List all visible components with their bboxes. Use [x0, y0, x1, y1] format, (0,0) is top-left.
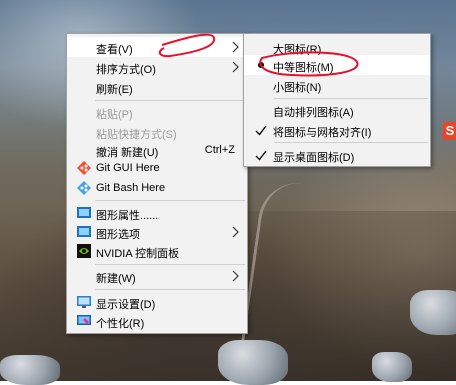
checkmark-icon [255, 125, 267, 136]
menu-item-label: 个性化(R) [96, 318, 145, 330]
submenu-item-small-icons[interactable]: 小图标(N) [244, 75, 430, 95]
chevron-right-icon [232, 226, 239, 238]
git-gui-icon [77, 161, 91, 175]
menu-item-label: 新建(W) [96, 273, 136, 285]
menu-item-label: 中等图标(M) [273, 62, 334, 74]
menu-item-label: 显示设置(D) [96, 299, 156, 311]
menu-item-label: Git GUI Here [96, 162, 160, 174]
menu-item-label: 图形选项 [96, 229, 140, 241]
intel-graphics-icon [77, 226, 91, 237]
menu-item-new[interactable]: 新建(W) [67, 266, 247, 286]
menu-item-label: 查看(V) [96, 44, 133, 56]
view-submenu: 大图标(R) 中等图标(M) 小图标(N) 自动排列图标(A) 将图标与网格对齐… [243, 33, 431, 167]
menu-item-label: 图形属性...... [96, 210, 159, 222]
menu-item-label: 排序方式(O) [96, 64, 156, 76]
menu-item-label: 将图标与网格对齐(I) [273, 127, 372, 139]
menu-item-shortcut: Ctrl+Z [204, 144, 235, 156]
menu-separator [95, 200, 245, 201]
personalize-icon [77, 315, 91, 325]
desktop-context-menu: 查看(V) 排序方式(O) 刷新(E) 粘贴(P) 粘贴快捷方式(S) 撤消 新… [66, 33, 248, 334]
menu-item-graphics-options[interactable]: 图形选项 [67, 222, 247, 242]
wallpaper-rock [372, 352, 412, 382]
menu-item-nvidia-control-panel[interactable]: NVIDIA 控制面板 [67, 241, 247, 261]
menu-separator [95, 100, 245, 101]
desktop-app-icon-partial[interactable]: S [443, 122, 456, 140]
menu-separator [274, 142, 428, 143]
menu-item-display-settings[interactable]: 显示设置(D) [67, 292, 247, 312]
nvidia-icon [77, 244, 91, 258]
wallpaper-rock [410, 290, 456, 335]
radio-bullet-icon [258, 62, 264, 68]
chevron-right-icon [232, 41, 239, 53]
chevron-right-icon [232, 270, 239, 282]
menu-item-paste[interactable]: 粘贴(P) [67, 102, 247, 122]
display-settings-icon [77, 296, 91, 308]
submenu-item-medium-icons[interactable]: 中等图标(M) [244, 55, 430, 75]
menu-separator [95, 289, 245, 290]
menu-item-label: 显示桌面图标(D) [273, 152, 355, 164]
menu-item-label: 自动排列图标(A) [273, 107, 354, 119]
git-bash-icon [77, 181, 91, 195]
menu-item-label: 粘贴(P) [96, 109, 133, 121]
menu-item-label: Git Bash Here [96, 182, 166, 194]
menu-item-label: 小图标(N) [273, 82, 322, 94]
checkmark-icon [255, 150, 267, 161]
chevron-right-icon [232, 61, 239, 73]
menu-item-sort-by[interactable]: 排序方式(O) [67, 57, 247, 77]
menu-item-git-bash[interactable]: Git Bash Here [67, 178, 247, 198]
intel-graphics-icon [77, 207, 91, 218]
menu-item-label: NVIDIA 控制面板 [96, 248, 180, 260]
submenu-item-auto-arrange[interactable]: 自动排列图标(A) [244, 100, 430, 120]
menu-item-refresh[interactable]: 刷新(E) [67, 77, 247, 97]
menu-item-paste-shortcut[interactable]: 粘贴快捷方式(S) [67, 122, 247, 142]
submenu-item-large-icons[interactable]: 大图标(R) [244, 37, 430, 57]
wallpaper-rock [218, 340, 288, 385]
menu-item-git-gui[interactable]: Git GUI Here [67, 158, 247, 178]
submenu-item-align-to-grid[interactable]: 将图标与网格对齐(I) [244, 120, 430, 140]
menu-item-personalize[interactable]: 个性化(R) [67, 311, 247, 331]
menu-separator [274, 98, 428, 99]
menu-item-undo-new[interactable]: 撤消 新建(U) Ctrl+Z [67, 140, 247, 160]
menu-item-label: 刷新(E) [96, 84, 133, 96]
menu-item-view[interactable]: 查看(V) [67, 37, 247, 57]
menu-separator [95, 264, 245, 265]
submenu-item-show-desktop-icons[interactable]: 显示桌面图标(D) [244, 145, 430, 165]
menu-item-graphics-properties[interactable]: 图形属性...... [67, 203, 247, 223]
